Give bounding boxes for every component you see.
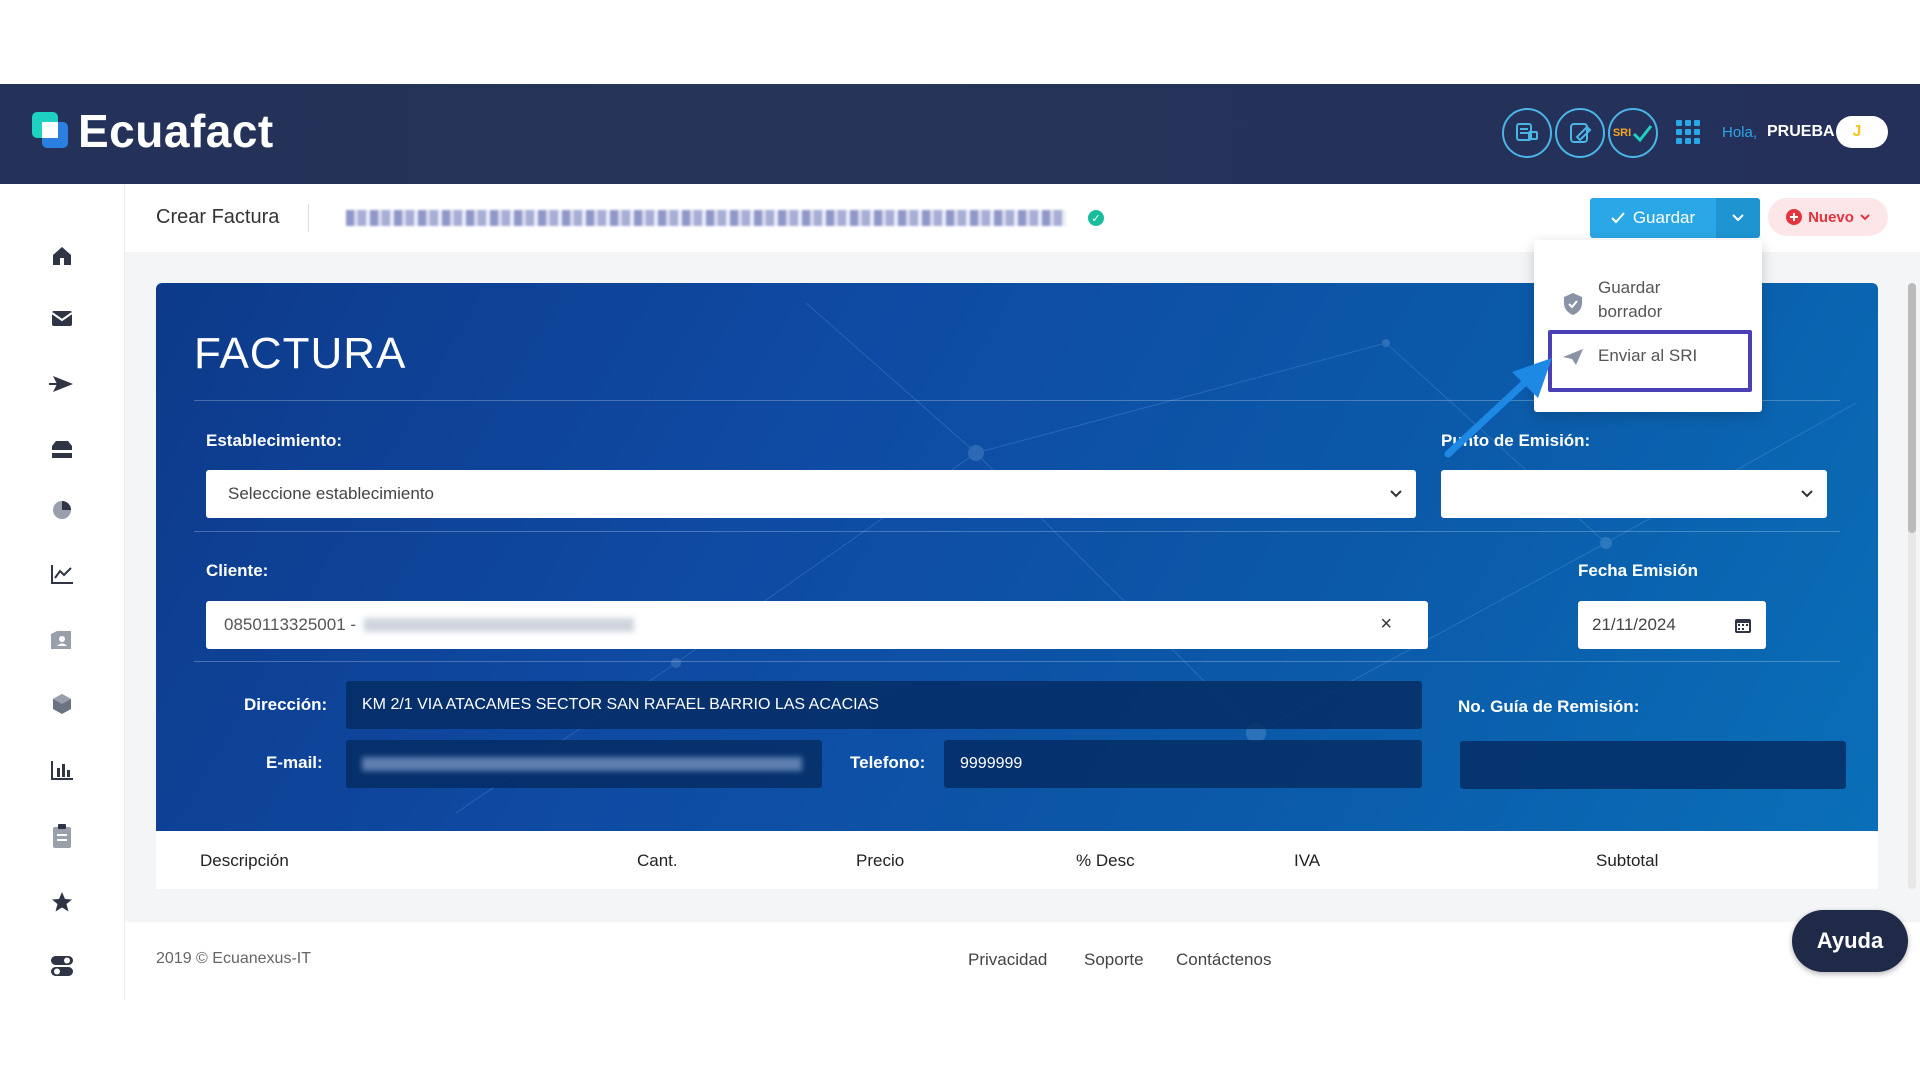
line-chart-icon[interactable] [48, 560, 76, 588]
redacted-company-info [346, 210, 1066, 226]
app-logo-text[interactable]: Ecuafact [78, 104, 274, 158]
guia-remision-input[interactable] [1460, 741, 1846, 789]
edit-document-button[interactable] [1555, 108, 1605, 158]
establecimiento-label: Establecimiento: [206, 431, 343, 450]
guardar-label: Guardar [1632, 208, 1696, 227]
sri-label: SRI [1612, 127, 1632, 139]
chevron-down-icon [1732, 214, 1744, 222]
guardar-borrador-item[interactable]: Guardar borrador [1598, 276, 1662, 324]
check-icon [1633, 125, 1653, 143]
inbox-icon[interactable] [48, 304, 76, 332]
pie-chart-icon[interactable] [48, 496, 76, 524]
check-icon [1611, 212, 1625, 224]
column-header: IVA [1294, 851, 1321, 870]
divider [194, 531, 1840, 532]
chevron-down-icon [1801, 490, 1813, 498]
cliente-label: Cliente: [206, 561, 269, 580]
calendar-icon[interactable] [1734, 616, 1752, 634]
direccion-value: KM 2/1 VIA ATACAMES SECTOR SAN RAFAEL BA… [362, 696, 879, 713]
divider [194, 661, 1840, 662]
nuevo-label: Nuevo [1808, 208, 1854, 226]
guia-remision-button[interactable] [1502, 108, 1552, 158]
fecha-emision-label: Fecha Emisión [1578, 561, 1698, 580]
ecuafact-logo-icon [32, 112, 68, 148]
clear-icon[interactable]: × [1380, 613, 1392, 636]
sri-status-button[interactable]: SRI [1608, 108, 1658, 158]
email-input[interactable] [346, 740, 822, 788]
scrollbar-thumb[interactable] [1908, 283, 1916, 533]
clipboard-icon[interactable] [48, 822, 76, 850]
guardar-dropdown-toggle[interactable] [1716, 198, 1760, 238]
redacted-client-name [364, 618, 635, 632]
factura-title: FACTURA [194, 329, 407, 378]
nuevo-button[interactable]: Nuevo [1768, 198, 1888, 236]
apps-grid-icon[interactable] [1676, 120, 1700, 144]
redacted-email [362, 757, 802, 771]
chevron-down-icon [1390, 490, 1402, 498]
sidebar [0, 184, 125, 1000]
star-icon[interactable] [48, 888, 76, 916]
toggle-icon[interactable] [48, 952, 76, 980]
telefono-value: 9999999 [960, 755, 1023, 772]
top-navbar: Ecuafact SRI Hola, PRUEBA J [0, 84, 1920, 184]
edit-document-icon [1570, 123, 1592, 143]
footer-copyright: 2019 © Ecuanexus-IT [156, 950, 311, 967]
fecha-emision-value: 21/11/2024 [1592, 615, 1676, 634]
privacidad-link[interactable]: Privacidad [968, 950, 1047, 970]
contactenos-link[interactable]: Contáctenos [1176, 950, 1271, 970]
send-icon[interactable] [48, 370, 76, 398]
guia-remision-label: No. Guía de Remisión: [1458, 697, 1640, 716]
email-label: E-mail: [266, 753, 323, 772]
plus-circle-icon [1786, 209, 1803, 225]
tray-icon[interactable] [48, 436, 76, 464]
home-icon[interactable] [48, 242, 76, 270]
soporte-link[interactable]: Soporte [1084, 950, 1144, 970]
greeting-text: Hola, [1722, 124, 1758, 141]
direccion-label: Dirección: [244, 695, 328, 714]
fecha-emision-input[interactable]: 21/11/2024 [1578, 601, 1766, 649]
contacts-icon[interactable] [48, 626, 76, 654]
shield-icon [1564, 293, 1582, 315]
column-header: Descripción [200, 851, 289, 870]
punto-emision-select[interactable] [1441, 470, 1827, 518]
user-menu[interactable]: J [1836, 116, 1888, 148]
scrollbar[interactable] [1908, 283, 1916, 889]
guardar-button[interactable]: Guardar [1590, 198, 1716, 238]
cliente-value: 0850113325001 - [224, 615, 357, 634]
cliente-input[interactable]: 0850113325001 - × [206, 601, 1428, 649]
menu-item-label: Guardar [1598, 278, 1661, 297]
divider [308, 204, 309, 232]
establecimiento-value: Seleccione establecimiento [228, 484, 435, 503]
box-icon[interactable] [48, 690, 76, 718]
arrow-pointer-icon [1444, 358, 1552, 458]
ayuda-button[interactable]: Ayuda [1792, 910, 1908, 972]
column-header: % Desc [1076, 851, 1135, 870]
bar-chart-icon[interactable] [48, 756, 76, 784]
menu-item-label: borrador [1598, 302, 1663, 321]
column-header: Subtotal [1596, 851, 1659, 870]
highlight-annotation [1548, 330, 1752, 392]
column-header: Precio [856, 851, 905, 870]
telefono-label: Telefono: [850, 753, 926, 772]
user-name: PRUEBA [1767, 123, 1835, 140]
page-title: Crear Factura [156, 206, 280, 228]
items-table-header: Descripción Cant. Precio % Desc IVA Subt… [156, 831, 1878, 889]
column-header: Cant. [637, 851, 678, 870]
chevron-down-icon [1860, 213, 1870, 220]
telefono-input[interactable]: 9999999 [944, 740, 1422, 788]
verified-check-icon: ✓ [1088, 210, 1104, 226]
document-truck-icon [1516, 123, 1538, 141]
avatar: J [1852, 123, 1862, 140]
direccion-input[interactable]: KM 2/1 VIA ATACAMES SECTOR SAN RAFAEL BA… [346, 681, 1422, 729]
establecimiento-select[interactable]: Seleccione establecimiento [206, 470, 1416, 518]
